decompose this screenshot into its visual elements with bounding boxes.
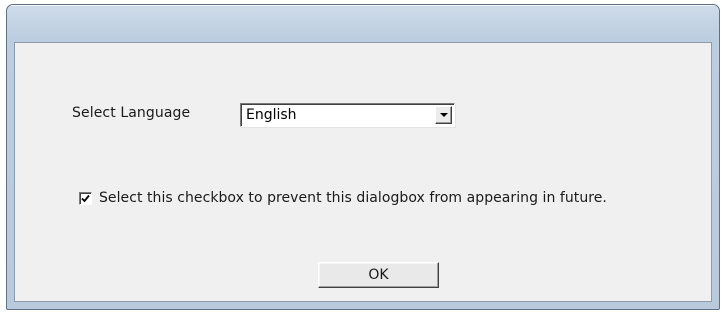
- prevent-dialog-checkbox-row: Select this checkbox to prevent this dia…: [79, 189, 607, 207]
- language-dropdown-button[interactable]: [435, 106, 452, 124]
- prevent-dialog-checkbox-label: Select this checkbox to prevent this dia…: [99, 190, 607, 206]
- ok-button[interactable]: OK: [318, 262, 439, 288]
- checkmark-icon: [81, 194, 90, 202]
- select-language-label: Select Language: [72, 105, 191, 121]
- dialog-client-area: Select Language English Select this chec…: [14, 42, 712, 302]
- chevron-down-icon: [440, 113, 448, 117]
- prevent-dialog-checkbox[interactable]: [79, 191, 92, 205]
- language-select-value: English: [246, 107, 297, 123]
- screen: Select Language English Select this chec…: [0, 0, 722, 314]
- dialog-window: Select Language English Select this chec…: [6, 4, 720, 310]
- language-select[interactable]: English: [240, 103, 455, 127]
